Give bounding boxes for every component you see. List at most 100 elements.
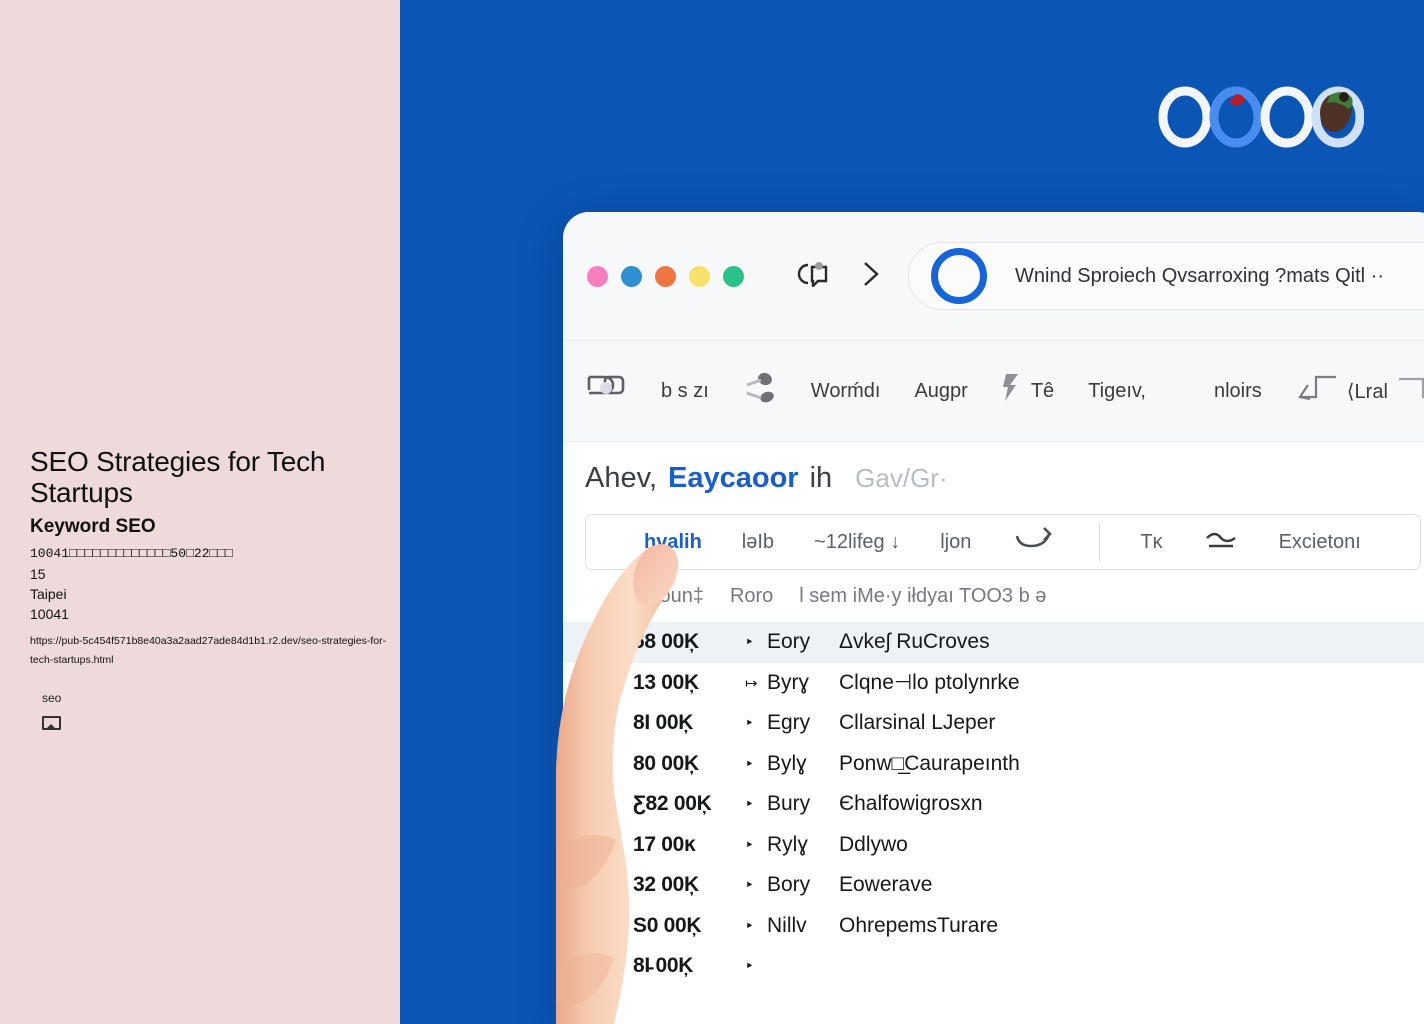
window-outline-icon — [1397, 371, 1424, 411]
heading-part-2: Eaycaoor — [668, 461, 799, 494]
row-arrow-icon: ‣ — [745, 836, 754, 854]
article-url[interactable]: https://pub-5c454f571b8e40a3a2aad27ade84… — [30, 632, 388, 670]
article-address-line: 10041□□□□□□□□□□□□□50□22□□□ — [30, 546, 233, 561]
toolbar-item-0[interactable] — [585, 371, 627, 411]
curved-arrow-icon[interactable] — [1011, 522, 1059, 562]
toolbar-label-5: Tê — [1030, 379, 1055, 402]
table-row[interactable]: Ƹ82 00Ķ ‣ Bury Єhalfowigrosxn — [563, 784, 1424, 825]
row-col-b: Bory — [767, 873, 811, 897]
toolbar-item-1[interactable]: b s zı — [661, 380, 709, 403]
table-row[interactable]: 32 00Ķ ‣ Bory Eowerave — [563, 865, 1424, 906]
filter-item-active[interactable]: hvalih — [644, 531, 702, 554]
heading-part-4: Gav/Gr· — [855, 462, 948, 493]
article-city: Taipei — [30, 586, 67, 602]
flag-icon — [1002, 371, 1022, 411]
window-dot-3[interactable] — [655, 265, 676, 287]
row-col-c: Ponw□̲Caurapeınth — [839, 751, 1020, 775]
row-arrow-icon: ↦ — [745, 674, 758, 692]
row-col-c: Ddlywo — [839, 832, 908, 856]
row-arrow-icon: ‣ — [745, 634, 754, 652]
speech-bubble-icon — [585, 371, 627, 411]
row-arrow-icon: ‣ — [745, 755, 754, 773]
toolbar-item-7[interactable]: nloirs — [1214, 380, 1262, 403]
screenshot-root: SEO Strategies for Tech Startups Keyword… — [0, 0, 1424, 1024]
tabs-icon[interactable] — [796, 261, 830, 292]
row-arrow-icon: ‣ — [745, 796, 754, 814]
filter-divider — [1099, 522, 1101, 562]
row-value: 8I 00Ķ — [633, 711, 694, 735]
row-value: S0 00Ķ — [633, 913, 702, 937]
filter-item-2-label: ~12lifeg — [814, 530, 885, 553]
row-col-b: Byrɣ — [767, 670, 810, 694]
row-value: 8I̵ 00Ķ — [633, 954, 694, 978]
google-style-logo — [1158, 86, 1365, 148]
browser-nav-buttons[interactable] — [796, 259, 882, 294]
row-arrow-icon: ‣ — [745, 958, 754, 976]
toolbar-item-6[interactable]: Tigeıv, — [1088, 380, 1146, 403]
row-arrow-icon: ‣ — [745, 917, 754, 935]
address-bar[interactable]: Wnind Sproiech Qvsarroxing ?mats Qitl ·· — [908, 242, 1424, 310]
row-value: 80 00Ķ — [633, 751, 699, 775]
heading-part-1: Ahev, — [585, 461, 658, 494]
arrow-return-icon — [1296, 371, 1338, 411]
filter-bar[interactable]: hvalih lǝIb ~12lifeg ↓ ljon Tĸ Excietonı — [585, 514, 1421, 570]
table-header-row: Hly oun‡ Roro l sem iMe·y iłdyaı TOO3 b … — [563, 570, 1424, 622]
table-header-2[interactable]: l sem iMe·y iłdyaı TOO3 b ə — [799, 585, 1046, 608]
table-row[interactable]: 8I̵ 00Ķ ‣ — [563, 946, 1424, 987]
address-bar-value[interactable]: Wnind Sproiech Qvsarroxing ?mats Qitl ·· — [1015, 265, 1384, 288]
page-title: SEO Strategies for Tech Startups — [30, 446, 326, 508]
table-row[interactable]: 17 00ĸ ‣ Rylɣ Ddlywo — [563, 825, 1424, 866]
article-subtitle: Keyword SEO — [30, 516, 156, 537]
row-col-b: Bury — [767, 792, 811, 816]
filter-item-3[interactable]: ljon — [940, 531, 971, 554]
chevron-right-icon[interactable] — [860, 259, 882, 294]
row-col-b: Eory — [767, 630, 811, 654]
table-row[interactable]: 80 00Ķ ‣ Bylɣ Ponw□̲Caurapeınth — [563, 744, 1424, 785]
table-row[interactable]: 13 00Ķ ↦ Byrɣ Clqne⊣lo ptolynrke — [563, 663, 1424, 704]
share-icon[interactable] — [1203, 526, 1239, 558]
table-row[interactable]: 68 00Ķ ‣ Eory Δvkeʃ RuCroves — [563, 622, 1424, 663]
table-row[interactable]: 8I 00Ķ ‣ Egry Cllarsinal LJeper — [563, 703, 1424, 744]
scissors-icon — [743, 371, 777, 411]
filter-item-6[interactable]: Excietonı — [1279, 531, 1361, 554]
row-col-b: Rylɣ — [767, 832, 808, 856]
filter-item-5[interactable]: Tĸ — [1140, 531, 1162, 554]
row-value: 17 00ĸ — [633, 832, 696, 856]
article-tag-block: seo — [42, 690, 61, 730]
toolbar-item-2[interactable] — [743, 371, 777, 411]
window-dot-2[interactable] — [621, 265, 642, 287]
browser-toolbar[interactable]: b s zı Worḿdı Augpr Tê Tigeıv, nloirs ⟨… — [563, 340, 1424, 442]
browser-titlebar: Wnind Sproiech Qvsarroxing ?mats Qitl ·· — [563, 212, 1424, 340]
toolbar-item-4[interactable]: Augpr — [914, 380, 967, 403]
filter-item-2[interactable]: ~12lifeg ↓ — [814, 531, 900, 554]
row-col-b: Egry — [767, 711, 811, 735]
window-dot-5[interactable] — [723, 265, 744, 287]
row-col-b: Bylɣ — [767, 751, 807, 775]
row-col-c: Єhalfowigrosxn — [839, 792, 983, 816]
toolbar-label-3: Worḿdı — [810, 379, 881, 402]
row-col-c: Δvkeʃ RuCroves — [839, 630, 990, 654]
section-heading: Ahev, Eaycaoor ih Gav/Gr· — [563, 442, 1424, 514]
page-status-icon — [931, 248, 987, 304]
filter-item-1[interactable]: lǝIb — [742, 531, 774, 554]
chevron-down-icon: ↓ — [890, 530, 901, 553]
toolbar-item-5[interactable]: Tê — [1002, 371, 1054, 411]
window-dot-4[interactable] — [689, 265, 710, 287]
row-arrow-icon: ‣ — [745, 715, 754, 733]
toolbar-label-7: nloirs — [1213, 379, 1262, 402]
table-header-0[interactable]: Hly oun‡ — [625, 585, 704, 608]
table-row[interactable]: S0 00Ķ ‣ Nillv OhrepemsTurare — [563, 906, 1424, 947]
window-controls[interactable] — [587, 265, 744, 287]
table-body: 68 00Ķ ‣ Eory Δvkeʃ RuCroves 13 00Ķ ↦ By… — [563, 622, 1424, 987]
table-header-1[interactable]: Roro — [730, 585, 773, 608]
toolbar-item-8[interactable]: ⟨Lral — [1296, 371, 1424, 411]
heading-part-3: ih — [809, 461, 833, 494]
row-col-c: Clqne⊣lo ptolynrke — [839, 671, 1020, 695]
window-dot-1[interactable] — [587, 265, 608, 287]
toolbar-label-6: Tigeıv, — [1088, 379, 1146, 402]
toolbar-label-8: ⟨Lral — [1346, 380, 1388, 403]
row-value: 13 00Ķ — [633, 670, 699, 694]
toolbar-item-3[interactable]: Worḿdı — [811, 380, 881, 403]
row-col-b: Nillv — [767, 913, 807, 937]
toolbar-label-1: b s zı — [661, 379, 709, 402]
